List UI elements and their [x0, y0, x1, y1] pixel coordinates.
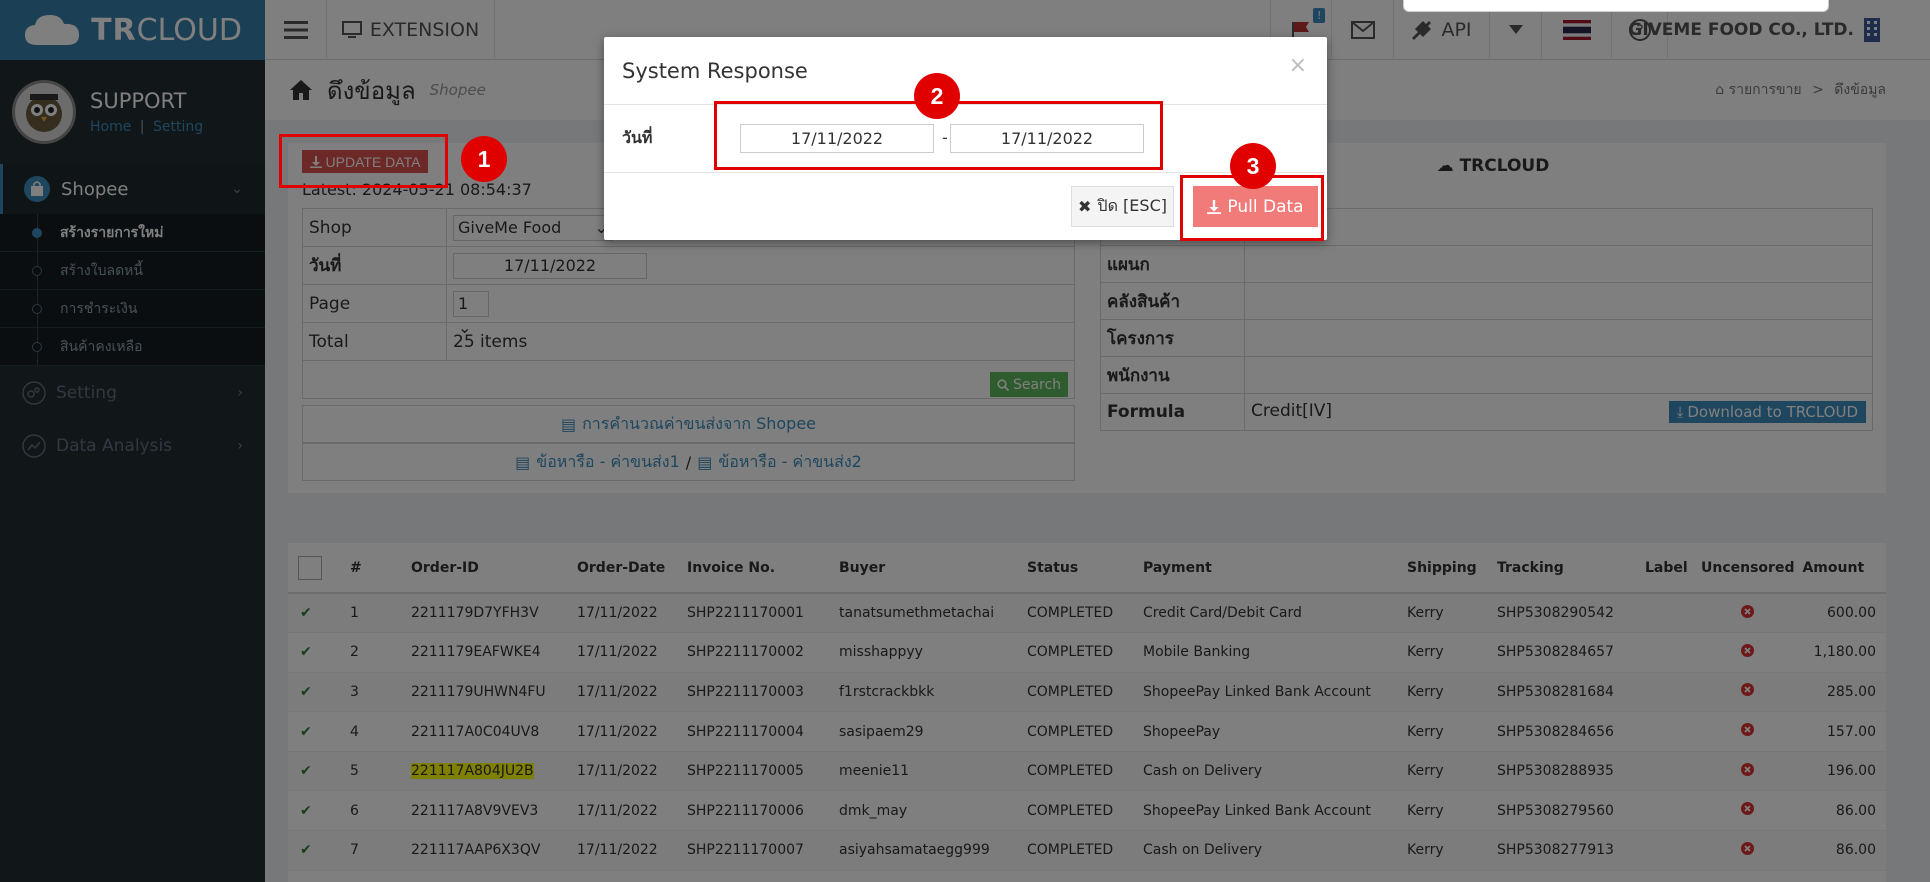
notification-popup — [1403, 0, 1829, 12]
modal-title: System Response — [622, 58, 808, 83]
annotation-box-1 — [279, 134, 448, 188]
modal-header: System Response — [604, 37, 1327, 105]
x-icon: ✖ — [1078, 197, 1092, 216]
annotation-number-2: 2 — [914, 73, 960, 119]
annotation-number-1: 1 — [461, 136, 507, 182]
modal-date-label: วันที่ — [622, 128, 653, 147]
close-icon[interactable]: × — [1289, 53, 1307, 78]
close-esc-button[interactable]: ✖ ปิด [ESC] — [1071, 186, 1174, 227]
close-esc-label: ปิด [ESC] — [1097, 196, 1167, 215]
annotation-number-3: 3 — [1230, 143, 1276, 189]
